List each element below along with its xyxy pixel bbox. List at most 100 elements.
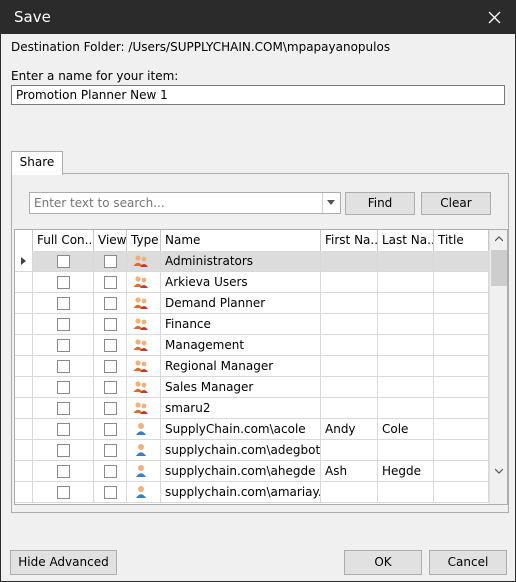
- scroll-up-icon[interactable]: [495, 236, 503, 242]
- last-name-cell: [378, 482, 434, 503]
- name-cell: Finance: [161, 314, 321, 335]
- search-combobox[interactable]: [29, 192, 341, 214]
- view-checkbox[interactable]: [104, 423, 117, 436]
- view-cell: [94, 440, 127, 461]
- type-cell: [127, 398, 161, 419]
- name-cell: supplychain.com\adegbotse: [161, 440, 321, 461]
- close-icon: [488, 11, 501, 24]
- col-first-name[interactable]: First Na...: [321, 230, 378, 251]
- first-name-cell: [321, 293, 378, 314]
- view-checkbox[interactable]: [104, 297, 117, 310]
- cancel-button[interactable]: Cancel: [429, 550, 507, 575]
- close-button[interactable]: [475, 1, 515, 34]
- first-name-cell: [321, 335, 378, 356]
- vertical-scrollbar[interactable]: [489, 230, 507, 504]
- full-control-checkbox[interactable]: [57, 486, 70, 499]
- full-control-cell: [33, 356, 94, 377]
- full-control-checkbox[interactable]: [57, 465, 70, 478]
- col-name[interactable]: Name: [161, 230, 321, 251]
- table-row[interactable]: Finance: [15, 314, 489, 335]
- table-row[interactable]: Demand Planner: [15, 293, 489, 314]
- view-cell: [94, 272, 127, 293]
- user-icon: [136, 423, 146, 435]
- view-checkbox[interactable]: [104, 360, 117, 373]
- title-cell: [434, 272, 489, 293]
- item-name-input[interactable]: [11, 85, 505, 105]
- table-row[interactable]: Administrators: [15, 251, 489, 272]
- group-icon: [133, 360, 148, 372]
- col-title[interactable]: Title: [434, 230, 489, 251]
- last-name-cell: [378, 335, 434, 356]
- view-checkbox[interactable]: [104, 276, 117, 289]
- row-header[interactable]: [15, 293, 33, 314]
- search-dropdown-button[interactable]: [322, 193, 340, 213]
- full-control-checkbox[interactable]: [57, 360, 70, 373]
- title-cell: [434, 251, 489, 272]
- type-cell: [127, 251, 161, 272]
- share-grid: Full Con... View Type Name First Na... L…: [14, 229, 508, 505]
- tab-share[interactable]: Share: [11, 151, 63, 175]
- row-header[interactable]: [15, 461, 33, 482]
- name-cell: Management: [161, 335, 321, 356]
- row-header[interactable]: [15, 398, 33, 419]
- row-header[interactable]: [15, 377, 33, 398]
- share-panel: Find Clear Full Con... View Type Name Fi…: [11, 173, 509, 513]
- scroll-down-icon[interactable]: [495, 468, 503, 474]
- table-row[interactable]: smaru2: [15, 398, 489, 419]
- full-control-checkbox[interactable]: [57, 318, 70, 331]
- hide-advanced-button[interactable]: Hide Advanced: [10, 550, 117, 575]
- view-checkbox[interactable]: [104, 444, 117, 457]
- table-row[interactable]: supplychain.com\adegbotse: [15, 440, 489, 461]
- full-control-checkbox[interactable]: [57, 276, 70, 289]
- view-checkbox[interactable]: [104, 381, 117, 394]
- full-control-checkbox[interactable]: [57, 402, 70, 415]
- view-cell: [94, 377, 127, 398]
- full-control-checkbox[interactable]: [57, 339, 70, 352]
- view-cell: [94, 314, 127, 335]
- row-header[interactable]: [15, 419, 33, 440]
- view-checkbox[interactable]: [104, 339, 117, 352]
- row-header[interactable]: [15, 356, 33, 377]
- full-control-checkbox[interactable]: [57, 444, 70, 457]
- find-button[interactable]: Find: [345, 192, 415, 215]
- col-full-control[interactable]: Full Con...: [33, 230, 94, 251]
- table-row[interactable]: Regional Manager: [15, 356, 489, 377]
- col-last-name[interactable]: Last Na...: [378, 230, 434, 251]
- grid-header: Full Con... View Type Name First Na... L…: [15, 230, 507, 252]
- full-control-checkbox[interactable]: [57, 297, 70, 310]
- group-icon: [133, 339, 148, 351]
- ok-button[interactable]: OK: [344, 550, 422, 575]
- table-row[interactable]: supplychain.com\ahegde Ash Hegde: [15, 461, 489, 482]
- col-view[interactable]: View: [94, 230, 127, 251]
- view-checkbox[interactable]: [104, 402, 117, 415]
- row-header[interactable]: [15, 251, 33, 272]
- title-cell: [434, 419, 489, 440]
- clear-button[interactable]: Clear: [421, 192, 491, 215]
- search-input[interactable]: [30, 193, 330, 213]
- title-bar[interactable]: Save: [1, 1, 515, 34]
- table-row[interactable]: supplychain.com\amariay...: [15, 482, 489, 503]
- table-row[interactable]: Management: [15, 335, 489, 356]
- group-icon: [133, 276, 148, 288]
- view-checkbox[interactable]: [104, 465, 117, 478]
- full-control-checkbox[interactable]: [57, 423, 70, 436]
- row-header[interactable]: [15, 272, 33, 293]
- view-checkbox[interactable]: [104, 486, 117, 499]
- table-row[interactable]: Arkieva Users: [15, 272, 489, 293]
- full-control-cell: [33, 314, 94, 335]
- row-header[interactable]: [15, 440, 33, 461]
- full-control-checkbox[interactable]: [57, 255, 70, 268]
- scroll-thumb[interactable]: [491, 250, 507, 286]
- row-header[interactable]: [15, 335, 33, 356]
- last-name-cell: [378, 377, 434, 398]
- row-header[interactable]: [15, 314, 33, 335]
- name-label: Enter a name for your item:: [11, 69, 179, 83]
- last-name-cell: Cole: [378, 419, 434, 440]
- view-checkbox[interactable]: [104, 318, 117, 331]
- row-header[interactable]: [15, 482, 33, 503]
- col-type[interactable]: Type: [127, 230, 161, 251]
- full-control-checkbox[interactable]: [57, 381, 70, 394]
- table-row[interactable]: SupplyChain.com\acole Andy Cole: [15, 419, 489, 440]
- view-checkbox[interactable]: [104, 255, 117, 268]
- table-row[interactable]: Sales Manager: [15, 377, 489, 398]
